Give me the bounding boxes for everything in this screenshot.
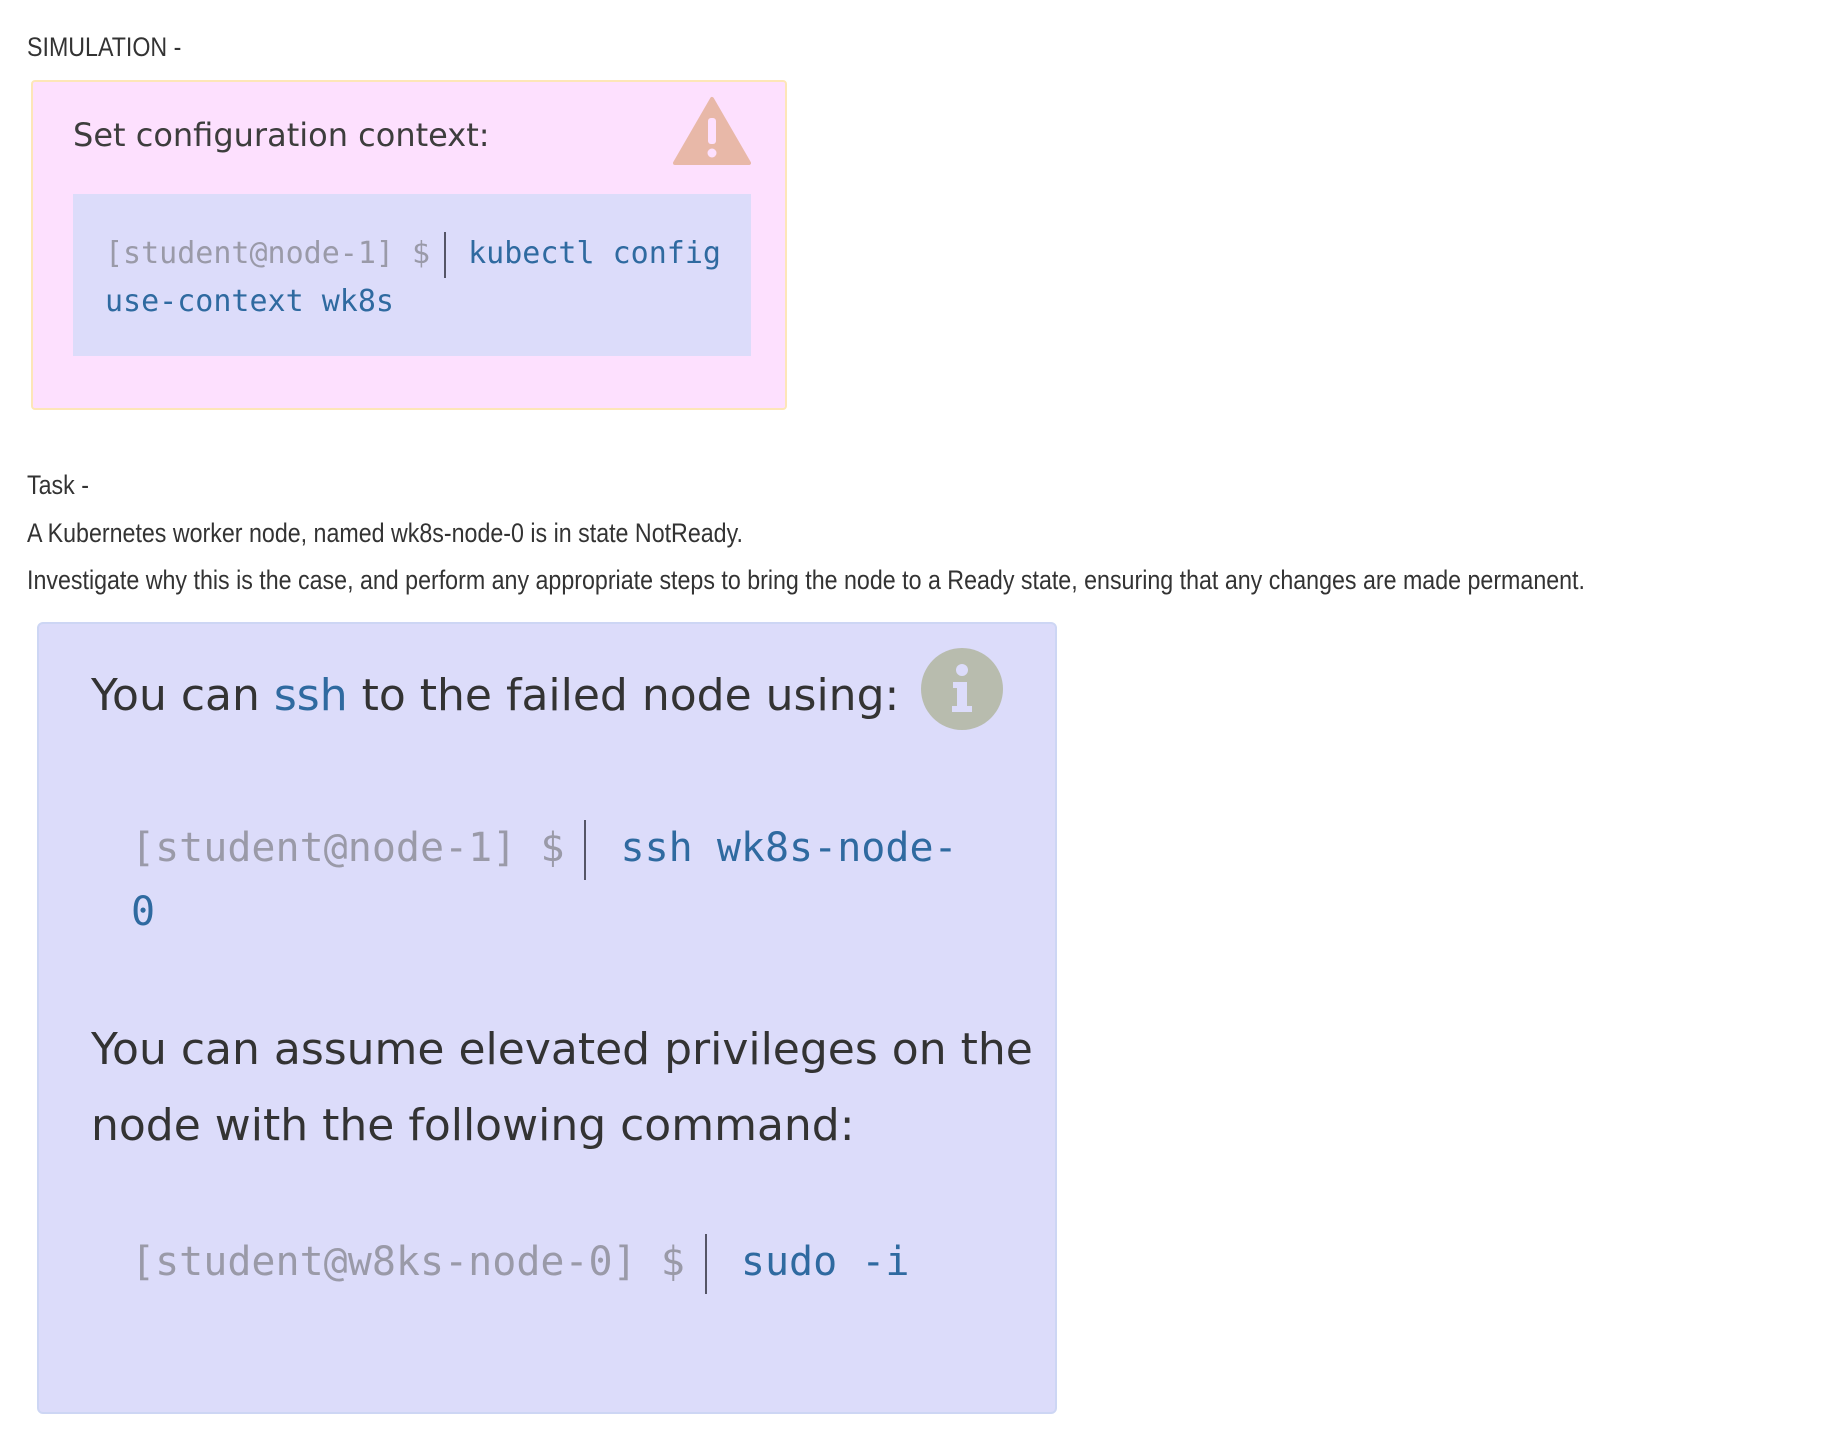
config-context-box: Set configuration context: [student@node… (31, 80, 787, 410)
config-context-title: Set configuration context: (73, 116, 490, 154)
config-command-line2: use-context wk8s (105, 284, 394, 319)
ssh-command-row-continued: 0 (131, 880, 155, 944)
simulation-heading: SIMULATION - (27, 32, 182, 62)
prompt-divider (444, 231, 447, 278)
ssh-command-line2: 0 (131, 889, 156, 935)
info-icon (921, 648, 1003, 730)
sudo-command-row: [student@w8ks-node-0] $ sudo -i (131, 1230, 909, 1294)
task-description-line1: A Kubernetes worker node, named wk8s-nod… (27, 518, 743, 548)
ssh-instruction-prefix: You can (91, 670, 260, 721)
config-context-code-block: [student@node-1] $ kubectl config use-con… (73, 194, 751, 356)
ssh-command-row: [student@node-1] $ ssh wk8s-node- (131, 816, 958, 880)
prompt-divider (704, 1234, 707, 1294)
shell-prompt: [student@node-1] $ (131, 825, 565, 871)
ssh-inline-code: ssh (273, 670, 348, 721)
warning-icon (673, 97, 751, 165)
task-heading: Task - (27, 470, 89, 500)
task-description-line2: Investigate why this is the case, and pe… (27, 565, 1585, 595)
config-command-line1: kubectl config (468, 236, 721, 271)
shell-prompt: [student@node-1] $ (105, 236, 431, 271)
ssh-instruction-suffix: to the failed node using: (361, 670, 900, 721)
sudo-instruction-line1: You can assume elevated privileges on th… (91, 1024, 1033, 1075)
ssh-command-line1: ssh wk8s-node- (620, 825, 958, 871)
prompt-divider (584, 820, 587, 880)
ssh-instruction: You can ssh to the failed node using: (91, 674, 899, 718)
sudo-command: sudo -i (740, 1239, 910, 1285)
sudo-instruction-line2: node with the following command: (91, 1100, 855, 1151)
ssh-info-box: You can ssh to the failed node using: [s… (37, 622, 1057, 1414)
shell-prompt: [student@w8ks-node-0] $ (131, 1239, 685, 1285)
